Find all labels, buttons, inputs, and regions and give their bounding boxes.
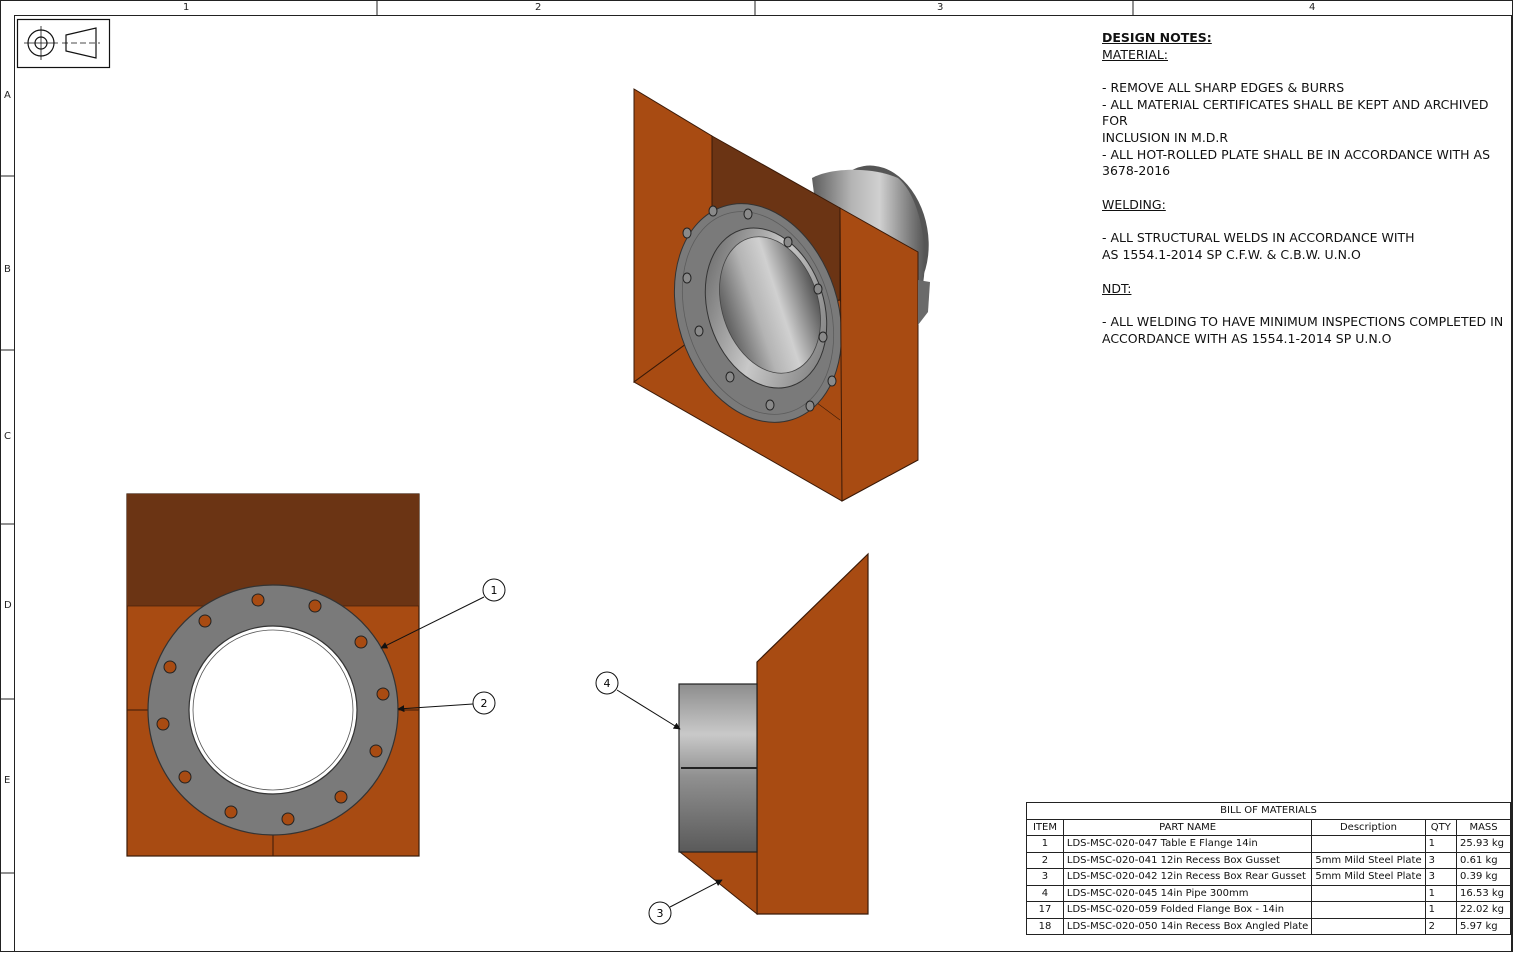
design-notes-title: DESIGN NOTES: [1102, 30, 1212, 45]
table-row: 2 LDS-MSC-020-041 12in Recess Box Gusset… [1026, 851, 1511, 869]
bom-cell: 0.61 kg [1456, 851, 1511, 869]
bom-cell: LDS-MSC-020-042 12in Recess Box Rear Gus… [1062, 868, 1313, 886]
column-label: 2 [535, 2, 542, 13]
bom-cell: 0.39 kg [1456, 868, 1511, 886]
bom-cell [1311, 884, 1426, 902]
bom-cell: 17 [1026, 901, 1064, 919]
bom-cell: 4 [1026, 884, 1064, 902]
note-line: - ALL MATERIAL CERTIFICATES SHALL BE KEP… [1102, 96, 1489, 129]
bom-header-mass: MASS [1456, 818, 1511, 836]
balloon-4: 4 [595, 671, 681, 730]
bom-header-part-name: PART NAME [1062, 818, 1313, 836]
row-label: B [4, 264, 11, 275]
bom-cell [1311, 835, 1426, 853]
note-line: 3678-2016 [1102, 163, 1171, 179]
balloon-1-label: 1 [491, 584, 498, 597]
column-label: 1 [183, 2, 190, 13]
bom-cell [1311, 901, 1426, 919]
note-line: - ALL HOT-ROLLED PLATE SHALL BE IN ACCOR… [1102, 146, 1491, 162]
projection-symbol [16, 18, 111, 69]
bom-cell: LDS-MSC-020-041 12in Recess Box Gusset [1062, 851, 1313, 869]
isometric-view [633, 88, 930, 502]
bom-cell: 18 [1026, 917, 1064, 935]
bom-cell: LDS-MSC-020-059 Folded Flange Box - 14in [1062, 901, 1313, 919]
bom-cell: 1 [1424, 901, 1458, 919]
bom-cell: 2 [1026, 851, 1064, 869]
balloon-3: 3 [648, 879, 723, 925]
row-label: E [4, 775, 11, 786]
table-row: 17 LDS-MSC-020-059 Folded Flange Box - 1… [1026, 901, 1511, 919]
bom-cell: 2 [1424, 917, 1458, 935]
note-line: AS 1554.1-2014 SP C.F.W. & C.B.W. U.N.O [1102, 246, 1361, 262]
bom-cell: 1 [1424, 884, 1458, 902]
note-line: - ALL STRUCTURAL WELDS IN ACCORDANCE WIT… [1102, 230, 1415, 246]
bom-cell: 1 [1026, 835, 1064, 853]
balloon-2-label: 2 [481, 697, 488, 710]
bom-header-item: ITEM [1026, 818, 1064, 836]
ndt-heading: NDT: [1102, 280, 1132, 296]
bom-cell: 3 [1424, 868, 1458, 886]
table-row: 1 LDS-MSC-020-047 Table E Flange 14in 1 … [1026, 835, 1511, 853]
welding-heading: WELDING: [1102, 196, 1166, 212]
row-label: D [4, 600, 12, 611]
front-view [126, 493, 420, 857]
bom-header-description: Description [1311, 818, 1426, 836]
bom-cell: 3 [1026, 868, 1064, 886]
design-notes: DESIGN NOTES: MATERIAL: - REMOVE ALL SHA… [1102, 30, 1507, 347]
bom-cell: LDS-MSC-020-045 14in Pipe 300mm [1062, 884, 1313, 902]
bom-cell: 5mm Mild Steel Plate [1311, 851, 1426, 869]
balloon-3-label: 3 [657, 907, 664, 920]
bom-cell: 25.93 kg [1456, 835, 1511, 853]
bom-cell: LDS-MSC-020-050 14in Recess Box Angled P… [1062, 917, 1313, 935]
bom-cell: 5.97 kg [1456, 917, 1511, 935]
note-line: - REMOVE ALL SHARP EDGES & BURRS [1102, 80, 1345, 96]
bom-cell: 16.53 kg [1456, 884, 1511, 902]
note-line: INCLUSION IN M.D.R [1102, 129, 1229, 145]
bom-title: BILL OF MATERIALS [1026, 802, 1511, 820]
balloon-4-label: 4 [604, 677, 611, 690]
table-row: 4 LDS-MSC-020-045 14in Pipe 300mm 1 16.5… [1026, 884, 1511, 902]
bom-cell: 3 [1424, 851, 1458, 869]
bom-cell [1311, 917, 1426, 935]
bom-cell: 22.02 kg [1456, 901, 1511, 919]
side-view [678, 552, 869, 916]
table-row: 3 LDS-MSC-020-042 12in Recess Box Rear G… [1026, 868, 1511, 886]
row-label: C [4, 431, 11, 442]
note-line: - ALL WELDING TO HAVE MINIMUM INSPECTION… [1102, 314, 1504, 330]
column-label: 3 [937, 2, 944, 13]
table-row: 18 LDS-MSC-020-050 14in Recess Box Angle… [1026, 917, 1511, 935]
bom-cell: LDS-MSC-020-047 Table E Flange 14in [1062, 835, 1313, 853]
bom-header-qty: QTY [1424, 818, 1458, 836]
row-label: A [4, 90, 11, 101]
material-heading: MATERIAL: [1102, 46, 1168, 62]
bom-cell: 5mm Mild Steel Plate [1311, 868, 1426, 886]
column-label: 4 [1309, 2, 1316, 13]
note-line: ACCORDANCE WITH AS 1554.1-2014 SP U.N.O [1102, 330, 1392, 346]
bill-of-materials: BILL OF MATERIALS ITEM PART NAME Descrip… [1026, 802, 1511, 935]
bom-cell: 1 [1424, 835, 1458, 853]
